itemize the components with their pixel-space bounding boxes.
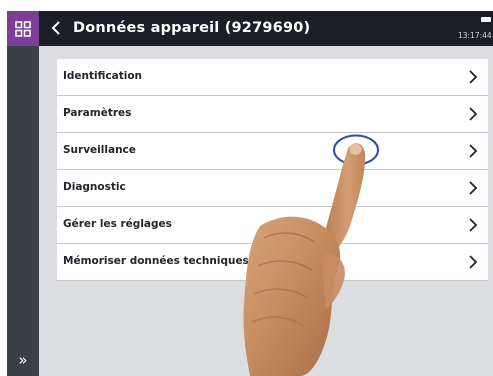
sidebar-expand-button[interactable]: »	[7, 349, 39, 371]
chevron-right-icon	[469, 144, 478, 158]
menu-item-label: Diagnostic	[63, 181, 126, 193]
chevron-right-icon	[469, 70, 478, 84]
top-bar: Données appareil (9279690) 13:17:44	[7, 11, 493, 46]
chevron-right-icon	[469, 107, 478, 121]
menu-item-label: Gérer les réglages	[63, 218, 172, 230]
menu-item-label: Surveillance	[63, 144, 136, 156]
sidebar: »	[7, 46, 39, 376]
menu-item-label: Paramètres	[63, 107, 132, 119]
double-chevron-right-icon: »	[18, 351, 28, 369]
menu-item-parametres[interactable]: Paramètres	[57, 96, 488, 133]
app-grid-button[interactable]	[7, 11, 39, 46]
battery-icon	[481, 17, 491, 22]
menu-item-label: Identification	[63, 70, 143, 82]
menu-item-identification[interactable]: Identification	[57, 59, 488, 96]
clock: 13:17:44	[458, 31, 492, 40]
menu-item-label: Mémoriser données techniques	[63, 255, 249, 267]
back-button[interactable]	[47, 17, 65, 39]
chevron-left-icon	[51, 21, 60, 35]
app-grid-icon	[15, 20, 31, 37]
page-title: Données appareil (9279690)	[73, 20, 311, 36]
chevron-right-icon	[469, 218, 478, 232]
chevron-right-icon	[469, 181, 478, 195]
chevron-right-icon	[469, 255, 478, 269]
pointing-hand-image	[243, 143, 366, 376]
